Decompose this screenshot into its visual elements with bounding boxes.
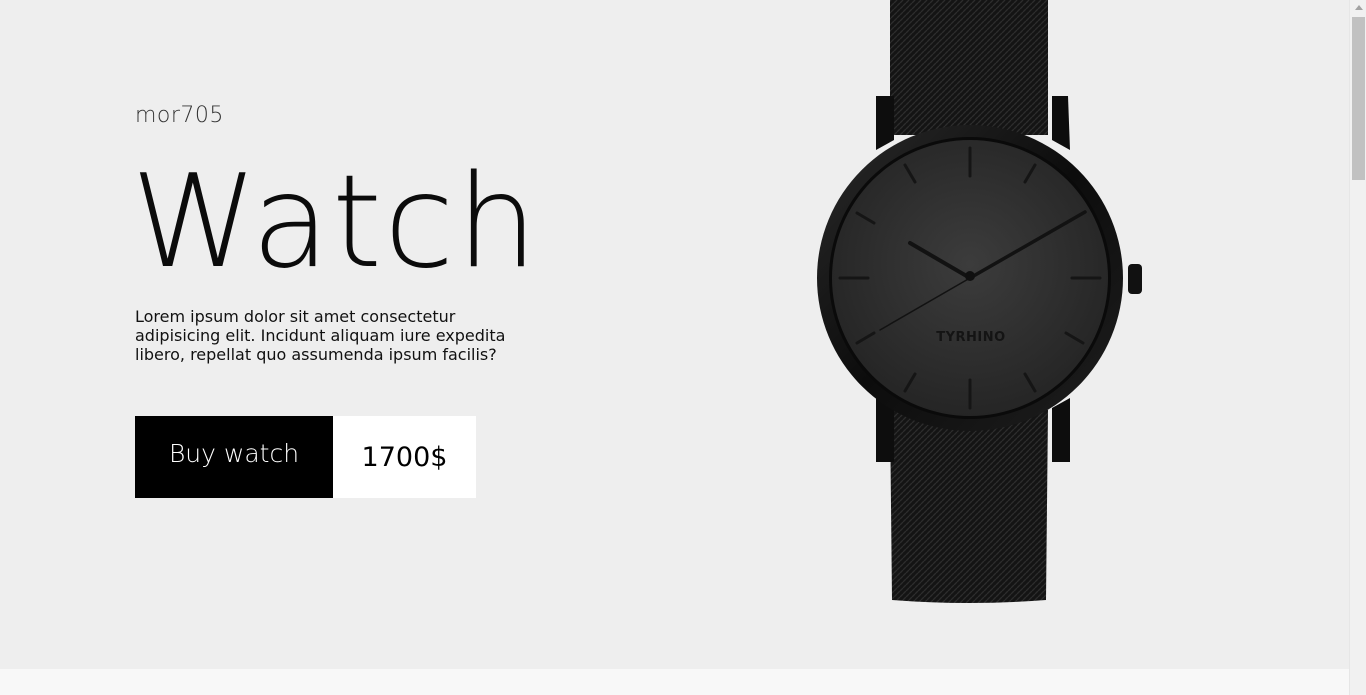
brand-name: mor705 xyxy=(135,103,224,128)
scrollbar-thumb[interactable] xyxy=(1352,17,1365,180)
price-tag: 1700$ xyxy=(333,416,476,498)
watch-image: TYRHINO xyxy=(817,0,1142,603)
next-section-edge xyxy=(0,669,1349,695)
buy-watch-button[interactable]: Buy watch xyxy=(135,416,333,498)
dial-brand-text: TYRHINO xyxy=(936,330,1005,345)
hero-section: mor705 Watch Lorem ipsum dolor sit amet … xyxy=(0,0,1349,669)
vertical-scrollbar[interactable] xyxy=(1349,0,1366,695)
page-title: Watch xyxy=(131,148,540,297)
scroll-up-arrow-icon[interactable] xyxy=(1355,5,1363,10)
product-description: Lorem ipsum dolor sit amet consectetur a… xyxy=(135,307,506,364)
page: mor705 Watch Lorem ipsum dolor sit amet … xyxy=(0,0,1366,695)
